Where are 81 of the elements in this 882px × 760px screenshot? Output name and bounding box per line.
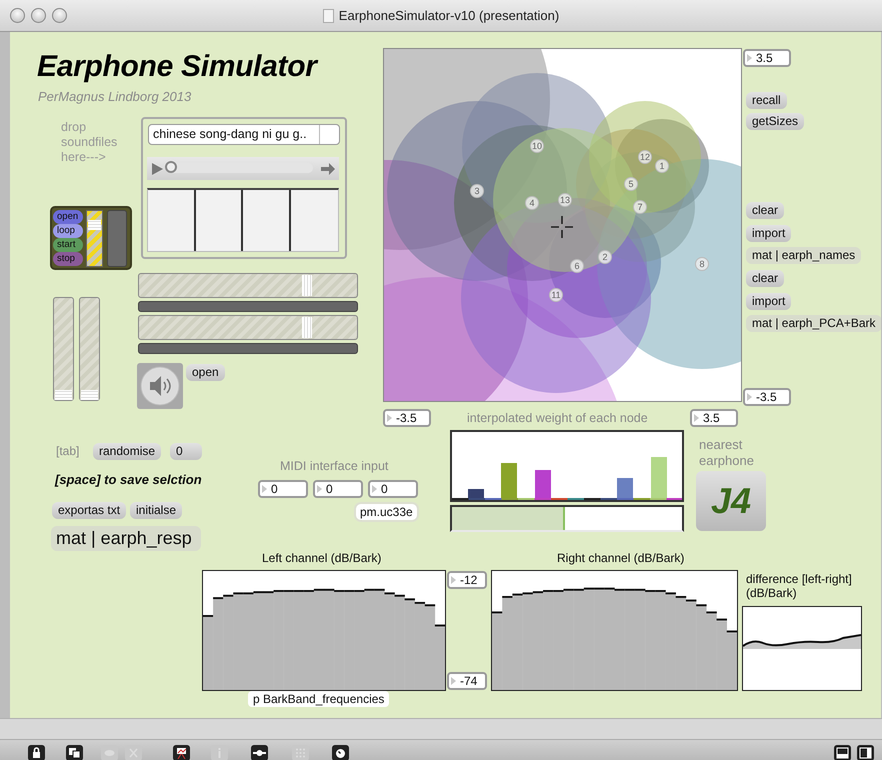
number-box[interactable]: 0 — [313, 480, 363, 498]
panel-bottom-icon[interactable] — [834, 745, 851, 760]
message-button[interactable]: import — [746, 293, 792, 310]
number-box[interactable]: 0 — [368, 480, 418, 498]
play-icon[interactable] — [151, 162, 165, 176]
window-control-button[interactable] — [10, 8, 25, 23]
node-marker[interactable]: 7 — [633, 200, 647, 214]
chart-caption: interpolated weight of each node — [467, 411, 648, 425]
count-button[interactable]: 0 — [170, 443, 202, 460]
knob-icon[interactable] — [332, 745, 349, 760]
window-control-button[interactable] — [31, 8, 46, 23]
slider-icon[interactable] — [251, 745, 268, 760]
window-control-button[interactable] — [52, 8, 67, 23]
node-marker[interactable]: 10 — [530, 139, 544, 153]
author-credit: PerMagnus Lindborg 2013 — [38, 89, 192, 104]
message-button[interactable]: mat | earph_PCA+Bark — [746, 315, 881, 332]
playhead-handle[interactable] — [165, 161, 177, 173]
windows-icon[interactable] — [66, 745, 83, 760]
number-box[interactable]: -74 — [447, 672, 487, 690]
message-button[interactable]: mat | earph_names — [746, 247, 862, 264]
message-button[interactable]: getSizes — [746, 113, 804, 130]
nearest-label: nearest earphone — [699, 437, 755, 469]
number-box[interactable]: -3.5 — [383, 409, 431, 427]
randomise-button[interactable]: randomise — [93, 443, 162, 460]
drop-hint: drop soundfiles here---> — [61, 120, 118, 165]
chart-title: Left channel (dB/Bark) — [262, 551, 382, 565]
export-button[interactable]: exportas txt — [52, 502, 126, 519]
node-marker[interactable]: 11 — [549, 288, 563, 302]
gain-slider[interactable] — [79, 297, 100, 401]
node-map[interactable]: 1 2 3 4 5 6 7 8 10 11 12 13 — [383, 48, 742, 402]
crosshair-icon — [551, 216, 573, 238]
speaker-button[interactable] — [137, 363, 183, 409]
midi-label: MIDI interface input — [280, 459, 388, 473]
easel-icon[interactable] — [173, 745, 190, 760]
chart-title: difference [left-right] (dB/Bark) — [746, 572, 853, 600]
number-box[interactable]: 0 — [258, 480, 308, 498]
subpatch-object: p BarkBand_frequencies — [248, 691, 390, 707]
level-meter — [107, 210, 127, 267]
number-box[interactable]: -3.5 — [743, 388, 791, 406]
arrow-icon[interactable] — [321, 163, 335, 175]
node-marker[interactable]: 8 — [695, 257, 709, 271]
chart-title: Right channel (dB/Bark) — [557, 551, 684, 565]
spectrum-band — [434, 624, 445, 690]
open-button[interactable]: open — [186, 364, 225, 381]
node-marker[interactable]: 5 — [624, 177, 638, 191]
panel-right-icon[interactable] — [857, 745, 874, 760]
spectrum-band — [716, 618, 727, 690]
message-button[interactable]: clear — [746, 270, 784, 287]
message-button[interactable]: recall — [746, 92, 787, 109]
gain-slider[interactable] — [138, 315, 358, 340]
transport-button[interactable]: loop — [53, 224, 83, 238]
gain-slider[interactable] — [53, 297, 74, 401]
midi-device-object: pm.uc33e — [356, 504, 417, 520]
app-title: Earphone Simulator — [37, 50, 317, 84]
spectrum-band — [726, 630, 737, 690]
node-marker[interactable]: 6 — [570, 259, 584, 273]
node-marker[interactable]: 1 — [655, 159, 669, 173]
lock-icon[interactable] — [28, 745, 45, 760]
number-box[interactable]: 3.5 — [743, 49, 791, 67]
speed-slider[interactable] — [86, 210, 103, 267]
initialise-button[interactable]: initialse — [130, 502, 182, 519]
transport-button[interactable]: stop — [53, 252, 83, 266]
node-marker[interactable]: 4 — [525, 196, 539, 210]
shortcut-hint: [tab] — [56, 444, 80, 458]
node-marker[interactable]: 3 — [470, 184, 484, 198]
number-box[interactable]: -12 — [447, 571, 487, 589]
node-marker[interactable]: 13 — [558, 193, 572, 207]
save-hint: [space] to save selction — [55, 472, 202, 487]
document-icon — [322, 8, 334, 22]
number-box[interactable]: 3.5 — [690, 409, 738, 427]
transport-button[interactable]: start — [53, 238, 83, 252]
node-marker[interactable]: 2 — [598, 250, 612, 264]
node-marker[interactable]: 12 — [638, 150, 652, 164]
matrix-button[interactable]: mat | earph_resp — [51, 526, 201, 551]
file-dropdown[interactable]: chinese song-dang ni gu g.. — [148, 124, 340, 145]
message-button[interactable]: import — [746, 225, 792, 242]
message-button[interactable]: clear — [746, 202, 784, 219]
gain-slider[interactable] — [138, 273, 358, 298]
window-title: EarphoneSimulator-v10 (presentation) — [338, 8, 560, 23]
transport-button[interactable]: open — [53, 210, 83, 224]
nearest-earphone-display: J4 — [696, 471, 766, 531]
